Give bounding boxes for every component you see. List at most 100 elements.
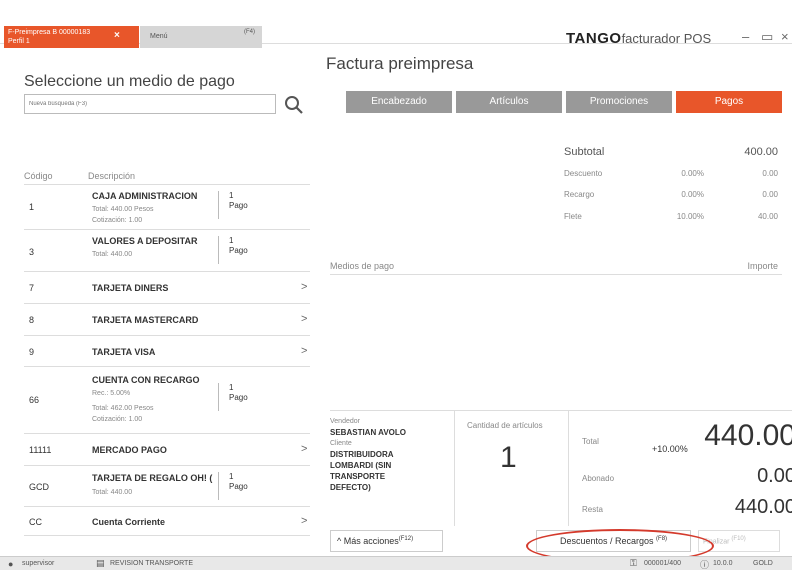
search-input[interactable]	[24, 94, 276, 114]
row-detail: Rec.: 5.00%	[92, 390, 131, 397]
row-code: 7	[29, 283, 35, 293]
abonado-label: Abonado	[582, 474, 615, 483]
page-title: Factura preimpresa	[326, 54, 474, 73]
row-code: 8	[29, 315, 35, 325]
row-code: GCD	[29, 482, 49, 492]
pago-label: Pago	[229, 393, 248, 402]
column-header-descripcion: Descripción	[88, 171, 136, 181]
payment-method-panel: Seleccione un medio de pago Código Descr…	[4, 50, 310, 550]
medios-de-pago-label: Medios de pago	[330, 261, 395, 271]
flete-pct: 10.00%	[676, 212, 704, 221]
cantidad-label: Cantidad de artículos	[467, 421, 543, 430]
totals-box: Vendedor SEBASTIAN AVOLO Cliente DISTRIB…	[330, 410, 792, 526]
close-window-icon[interactable]: ×	[781, 29, 789, 44]
tab-promociones[interactable]: Promociones	[566, 91, 672, 113]
chevron-right-icon: >	[301, 281, 308, 293]
subtotal-label: Subtotal	[564, 146, 605, 158]
payment-row[interactable]: 66 CUENTA CON RECARGO Rec.: 5.00% Total:…	[24, 366, 310, 433]
payment-row[interactable]: CC Cuenta Corriente >	[24, 506, 310, 536]
panel-title: Seleccione un medio de pago	[24, 73, 235, 90]
cliente-value: TRANSPORTE	[330, 472, 386, 481]
flete-value: 40.00	[757, 212, 778, 221]
payment-row[interactable]: 11111 MERCADO PAGO >	[24, 433, 310, 465]
row-detail: Cotización: 1.00	[92, 416, 143, 423]
status-user: supervisor	[22, 560, 55, 567]
title-bar: F-Preimpresa B 00000183 Perfil 1 × Menú …	[0, 0, 792, 48]
chevron-right-icon: >	[301, 443, 308, 455]
maximize-icon[interactable]: ▭	[761, 29, 773, 45]
total-value: 440.00	[704, 419, 792, 452]
cliente-label: Cliente	[330, 440, 352, 447]
cliente-value: LOMBARDI (SIN	[330, 461, 392, 470]
mas-acciones-button[interactable]: ^ Más acciones(F12)	[330, 530, 443, 552]
tab-pagos[interactable]: Pagos	[676, 91, 782, 113]
minimize-icon[interactable]: –	[742, 29, 749, 44]
row-description: TARJETA MASTERCARD	[92, 315, 199, 325]
descuento-pct: 0.00%	[681, 169, 704, 178]
invoice-panel: Factura preimpresa Encabezado Artículos …	[316, 50, 792, 552]
row-description: CUENTA CON RECARGO	[92, 375, 200, 385]
row-detail: Total: 462.00 Pesos	[92, 405, 154, 412]
subtotal-value: 400.00	[744, 146, 778, 158]
brand-logo: TANGOfacturador POS	[566, 30, 711, 47]
recargo-pct: 0.00%	[681, 190, 704, 199]
status-report: REVISION TRANSPORTE	[110, 560, 193, 567]
recargo-label: Recargo	[564, 190, 595, 199]
row-code: 66	[29, 395, 40, 405]
search-icon[interactable]	[284, 94, 304, 116]
chevron-right-icon: >	[301, 515, 308, 527]
row-code: 1	[29, 202, 35, 212]
column-header-codigo: Código	[24, 171, 53, 181]
status-counter: 000001/400	[644, 560, 681, 567]
pago-number: 1	[229, 236, 234, 245]
payment-row[interactable]: 1 CAJA ADMINISTRACION Total: 440.00 Peso…	[24, 184, 310, 229]
pago-label: Pago	[229, 246, 248, 255]
resta-label: Resta	[582, 505, 603, 514]
pago-label: Pago	[229, 201, 248, 210]
total-label: Total	[582, 437, 599, 446]
mas-acciones-label: ^ Más acciones	[337, 536, 399, 546]
brand-product: facturador POS	[621, 31, 712, 46]
descuento-value: 0.00	[762, 169, 778, 178]
payment-row[interactable]: 9 TARJETA VISA >	[24, 335, 310, 366]
tab-menu[interactable]: Menú (F4)	[140, 26, 262, 48]
payment-row[interactable]: 8 TARJETA MASTERCARD >	[24, 303, 310, 335]
recargo-value: 0.00	[762, 190, 778, 199]
divider	[568, 411, 569, 526]
close-tab-icon[interactable]: ×	[114, 31, 120, 41]
payment-row[interactable]: 7 TARJETA DINERS >	[24, 271, 310, 303]
pago-count: 1 Pago	[218, 236, 252, 264]
descuento-label: Descuento	[564, 169, 603, 178]
tab-articulos[interactable]: Artículos	[456, 91, 562, 113]
status-version: 10.0.0	[713, 560, 733, 567]
tab-encabezado[interactable]: Encabezado	[346, 91, 452, 113]
user-icon: ●	[8, 559, 14, 569]
status-bar: ● supervisor ▤ REVISION TRANSPORTE ⚿ 000…	[0, 556, 792, 570]
row-detail: Total: 440.00	[92, 489, 133, 496]
chevron-right-icon: >	[301, 313, 308, 325]
row-description: CAJA ADMINISTRACION	[92, 191, 198, 201]
cliente-value: DEFECTO)	[330, 483, 371, 492]
row-code: 11111	[29, 445, 52, 455]
row-detail: Total: 440.00 Pesos	[92, 206, 154, 213]
divider	[454, 411, 455, 526]
abonado-value: 0.00	[757, 465, 792, 487]
row-code: 3	[29, 247, 35, 257]
tab-menu-label: Menú	[150, 33, 168, 40]
vendedor-value: SEBASTIAN AVOLO	[330, 428, 407, 437]
info-icon: ⓘ	[700, 560, 710, 570]
row-code: CC	[29, 517, 42, 527]
key-icon: ⚿	[630, 558, 637, 568]
payment-row[interactable]: GCD TARJETA DE REGALO OH! ( Total: 440.0…	[24, 465, 310, 506]
payment-row[interactable]: 3 VALORES A DEPOSITAR Total: 440.00 1 Pa…	[24, 229, 310, 271]
cliente-value: DISTRIBUIDORA	[330, 450, 394, 459]
finalizar-shortcut: (F10)	[731, 536, 746, 543]
importe-label: Importe	[747, 261, 778, 271]
tab-factura-preimpresa[interactable]: F-Preimpresa B 00000183 Perfil 1 ×	[4, 26, 139, 48]
status-edition: GOLD	[753, 560, 773, 567]
chevron-right-icon: >	[301, 345, 308, 357]
row-description: Cuenta Corriente	[92, 517, 166, 527]
pago-number: 1	[229, 191, 234, 200]
pago-count: 1 Pago	[218, 383, 252, 411]
row-description: VALORES A DEPOSITAR	[92, 236, 198, 246]
